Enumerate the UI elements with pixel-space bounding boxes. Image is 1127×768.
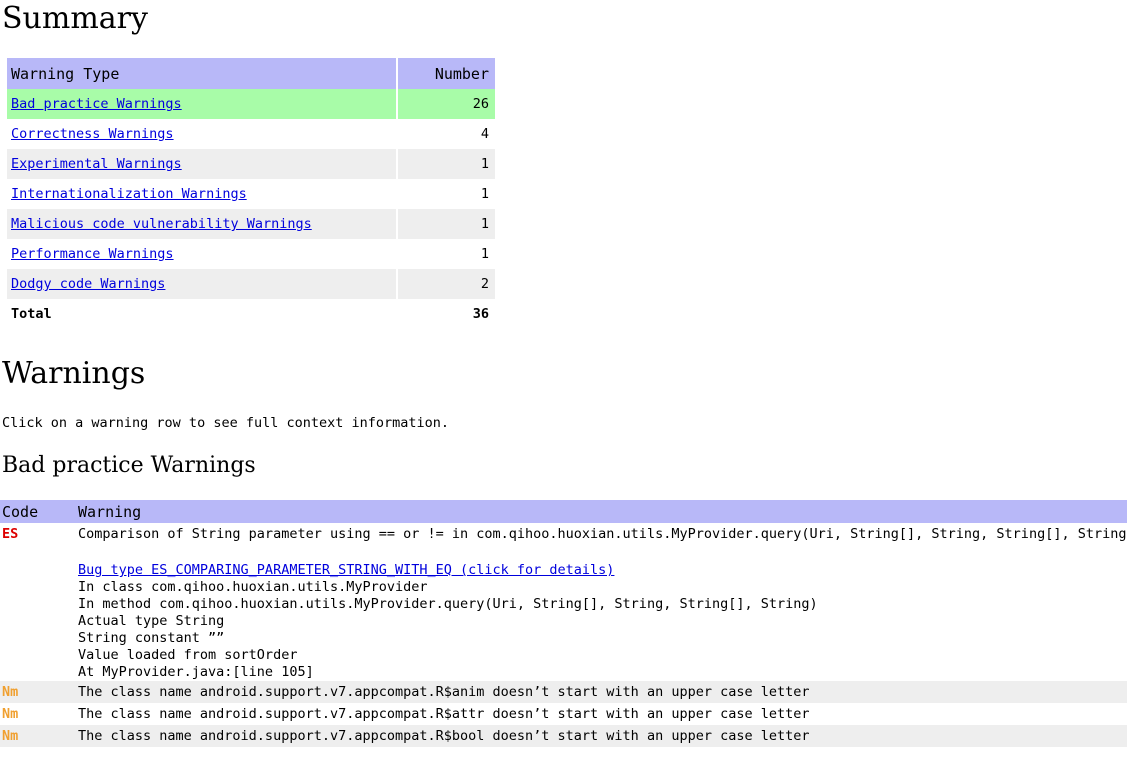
warnings-table-body: ES Comparison of String parameter using … — [0, 523, 1127, 747]
warning-detail-spacer — [0, 545, 78, 681]
warnings-table-head: Code Warning — [0, 500, 1127, 523]
detail-line-string-constant: String constant ”” — [78, 630, 225, 646]
warning-code-badge: Nm — [2, 728, 19, 744]
table-row[interactable]: Experimental Warnings 1 — [7, 149, 495, 179]
summary-cell-type: Experimental Warnings — [7, 149, 396, 179]
table-row[interactable]: Nm The class name android.support.v7.app… — [0, 725, 1127, 747]
warning-code-badge: Nm — [2, 684, 19, 700]
warning-detail-cell: Bug type ES_COMPARING_PARAMETER_STRING_W… — [78, 545, 1127, 681]
warning-message: The class name android.support.v7.appcom… — [78, 684, 810, 700]
table-row[interactable]: Internationalization Warnings 1 — [7, 179, 495, 209]
summary-cell-type: Bad practice Warnings — [7, 89, 396, 119]
summary-link-correctness[interactable]: Correctness Warnings — [11, 126, 174, 142]
warning-code-cell: Nm — [0, 703, 78, 725]
table-row[interactable]: Nm The class name android.support.v7.app… — [0, 703, 1127, 725]
summary-cell-number: 2 — [398, 269, 495, 299]
detail-line-actual-type: Actual type String — [78, 613, 225, 629]
warning-text-cell: The class name android.support.v7.appcom… — [78, 681, 1127, 703]
summary-cell-type: Dodgy code Warnings — [7, 269, 396, 299]
table-row[interactable]: Dodgy code Warnings 2 — [7, 269, 495, 299]
warning-text-cell: The class name android.support.v7.appcom… — [78, 703, 1127, 725]
warnings-table: Code Warning ES Comparison of String par… — [0, 500, 1127, 747]
summary-table-head: Warning Type Number — [7, 58, 495, 89]
warning-message: The class name android.support.v7.appcom… — [78, 728, 810, 744]
warnings-col-code: Code — [0, 500, 78, 523]
table-row[interactable]: Performance Warnings 1 — [7, 239, 495, 269]
summary-header-row: Warning Type Number — [7, 58, 495, 89]
summary-cell-number: 1 — [398, 239, 495, 269]
detail-line-at-source: At MyProvider.java:[line 105] — [78, 664, 314, 680]
bug-type-link[interactable]: Bug type ES_COMPARING_PARAMETER_STRING_W… — [78, 562, 614, 578]
summary-link-bad-practice[interactable]: Bad practice Warnings — [11, 96, 182, 112]
warning-text-cell: Comparison of String parameter using == … — [78, 523, 1127, 545]
warning-code-badge: Nm — [2, 706, 19, 722]
summary-heading: Summary — [2, 1, 148, 36]
summary-link-malicious-code[interactable]: Malicious code vulnerability Warnings — [11, 216, 312, 232]
summary-cell-type: Correctness Warnings — [7, 119, 396, 149]
summary-link-experimental[interactable]: Experimental Warnings — [11, 156, 182, 172]
summary-cell-type: Performance Warnings — [7, 239, 396, 269]
warning-text-cell: The class name android.support.v7.appcom… — [78, 725, 1127, 747]
table-row[interactable]: Nm The class name android.support.v7.app… — [0, 681, 1127, 703]
table-row[interactable]: Bad practice Warnings 26 — [7, 89, 495, 119]
warning-message: Comparison of String parameter using == … — [78, 526, 1127, 542]
summary-link-performance[interactable]: Performance Warnings — [11, 246, 174, 262]
table-row[interactable]: Correctness Warnings 4 — [7, 119, 495, 149]
warnings-col-warning: Warning — [78, 500, 1127, 523]
summary-col-warning-type: Warning Type — [7, 58, 396, 89]
warnings-heading: Warnings — [2, 356, 146, 391]
summary-cell-number: 1 — [398, 209, 495, 239]
detail-gap — [78, 545, 1127, 562]
warning-message: The class name android.support.v7.appcom… — [78, 706, 810, 722]
summary-cell-number: 26 — [398, 89, 495, 119]
bad-practice-section-title: Bad practice Warnings — [2, 453, 256, 478]
summary-cell-type: Malicious code vulnerability Warnings — [7, 209, 396, 239]
summary-cell-number: 4 — [398, 119, 495, 149]
summary-total-row: Total 36 — [7, 299, 495, 329]
warning-code-cell: ES — [0, 523, 78, 545]
warning-details: Bug type ES_COMPARING_PARAMETER_STRING_W… — [78, 562, 1127, 681]
warning-code-badge: ES — [2, 526, 19, 542]
table-row[interactable]: ES Comparison of String parameter using … — [0, 523, 1127, 545]
summary-cell-number: 1 — [398, 179, 495, 209]
summary-cell-number: 1 — [398, 149, 495, 179]
warning-detail-row: Bug type ES_COMPARING_PARAMETER_STRING_W… — [0, 545, 1127, 681]
summary-link-internationalization[interactable]: Internationalization Warnings — [11, 186, 247, 202]
report-page: Summary Warning Type Number Bad practice… — [0, 0, 1127, 768]
summary-col-number: Number — [398, 58, 495, 89]
table-row[interactable]: Malicious code vulnerability Warnings 1 — [7, 209, 495, 239]
summary-total-label: Total — [7, 299, 396, 329]
summary-cell-type: Internationalization Warnings — [7, 179, 396, 209]
detail-line-value-loaded: Value loaded from sortOrder — [78, 647, 298, 663]
summary-table-body: Bad practice Warnings 26 Correctness War… — [7, 89, 495, 329]
summary-link-dodgy-code[interactable]: Dodgy code Warnings — [11, 276, 165, 292]
detail-line-in-method: In method com.qihoo.huoxian.utils.MyProv… — [78, 596, 818, 612]
summary-table: Warning Type Number Bad practice Warning… — [5, 58, 497, 329]
warnings-hint: Click on a warning row to see full conte… — [2, 415, 450, 431]
detail-line-in-class: In class com.qihoo.huoxian.utils.MyProvi… — [78, 579, 428, 595]
warnings-header-row: Code Warning — [0, 500, 1127, 523]
warning-code-cell: Nm — [0, 681, 78, 703]
warning-code-cell: Nm — [0, 725, 78, 747]
summary-total-number: 36 — [398, 299, 495, 329]
